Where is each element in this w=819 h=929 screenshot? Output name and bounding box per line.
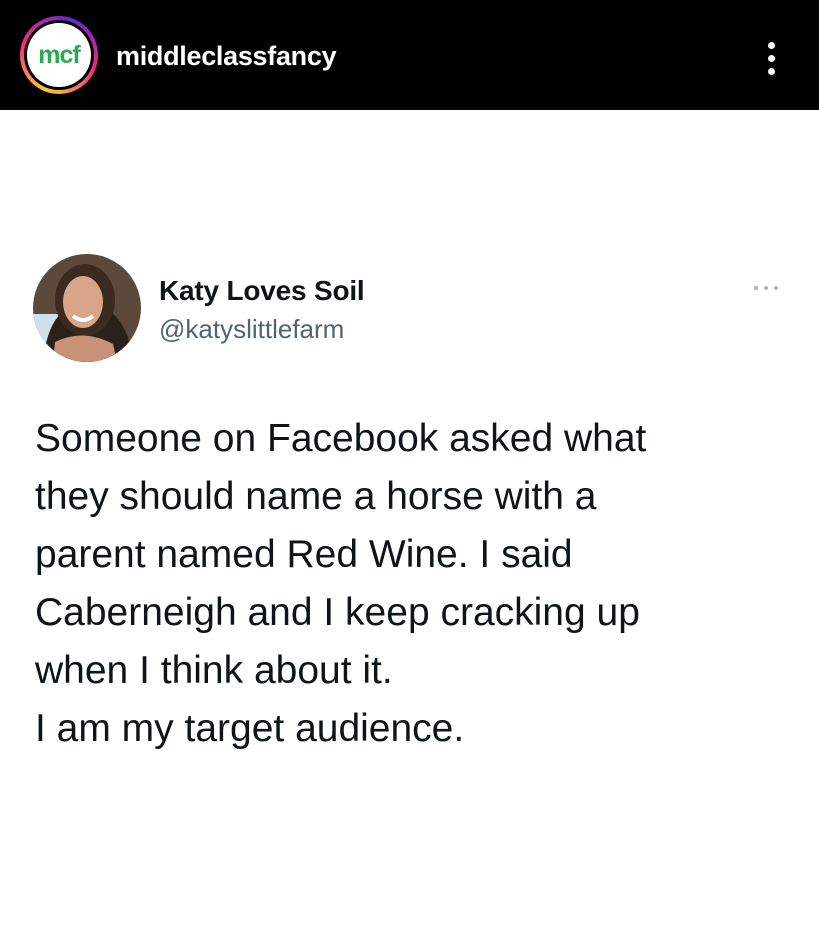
- tweet-text-line: Someone on Facebook asked what: [35, 417, 647, 460]
- tweet-author-avatar[interactable]: [33, 254, 141, 362]
- story-ring-gap: mcf: [24, 20, 94, 90]
- horizontal-ellipsis-icon[interactable]: [748, 278, 784, 298]
- tweet-text-line: Caberneigh and I keep cracking up: [35, 591, 640, 634]
- mcf-logo-text: mcf: [38, 41, 80, 69]
- tweet-text: Someone on Facebook asked what they shou…: [35, 410, 805, 758]
- tweet-display-name[interactable]: Katy Loves Soil: [159, 275, 365, 307]
- profile-avatar[interactable]: mcf: [20, 16, 98, 94]
- tweet-text-line: I am my target audience.: [35, 707, 465, 750]
- account-name[interactable]: middleclassfancy: [116, 40, 337, 72]
- tweet-text-line: parent named Red Wine. I said: [35, 533, 573, 576]
- tweet-handle[interactable]: @katyslittlefarm: [159, 314, 344, 344]
- vertical-ellipsis-icon[interactable]: [752, 36, 792, 80]
- avatar-photo: [33, 254, 141, 362]
- instagram-header: mcf middleclassfancy: [0, 0, 819, 110]
- tweet-text-line: when I think about it.: [35, 649, 393, 692]
- mcf-logo: mcf: [27, 23, 91, 87]
- tweet-text-line: they should name a horse with a: [35, 475, 597, 518]
